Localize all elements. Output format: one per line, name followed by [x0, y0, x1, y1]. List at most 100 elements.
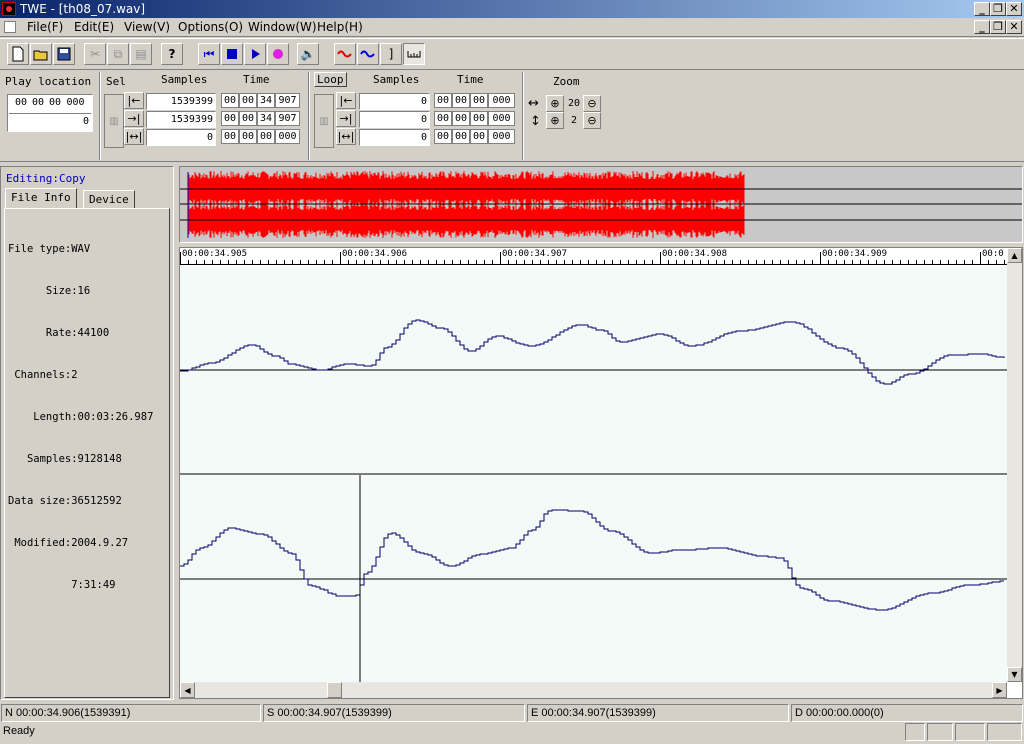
app-icon[interactable] — [2, 2, 16, 16]
speaker-icon[interactable]: 🔈 — [297, 43, 319, 65]
doc-restore-button[interactable]: ❐ — [990, 20, 1006, 34]
zoom-out-v-icon[interactable]: ⊖ — [583, 112, 601, 129]
scroll-thumb[interactable] — [327, 682, 342, 698]
control-panel: Play location 00 00 00 000 0 Sel Samples Ti… — [0, 70, 1024, 162]
paste-icon[interactable]: ▤ — [130, 43, 152, 65]
separator — [99, 72, 101, 160]
separator — [522, 72, 524, 160]
status-duration: D 00:00:00.000(0) — [791, 704, 1023, 722]
info-line: Data size:36512592 — [8, 495, 122, 507]
sel-samples-header: Samples — [161, 73, 208, 86]
new-file-icon[interactable] — [7, 43, 29, 65]
horizontal-arrow-icon: ↔ — [528, 96, 539, 111]
info-line: Rate:44100 — [8, 327, 110, 339]
waveform-view[interactable]: 00:00:34.905 00:00:34.906 00:00:34.907 0… — [179, 247, 1023, 699]
menu-file[interactable]: File(F) — [27, 20, 63, 34]
stop-icon[interactable] — [221, 43, 243, 65]
record-icon[interactable] — [267, 43, 289, 65]
zoom-in-v-icon[interactable]: ⊕ — [546, 112, 564, 129]
open-folder-icon[interactable] — [30, 43, 52, 65]
tab-device[interactable]: Device — [83, 190, 135, 209]
status-indicator — [905, 723, 925, 741]
info-line: Size:16 — [8, 285, 91, 297]
scroll-left-icon[interactable]: ◀ — [180, 682, 195, 698]
sel-time-grid: 00 00 34 907 00 00 34 907 00 00 00 000 — [221, 93, 303, 147]
close-button[interactable]: ✕ — [1006, 2, 1022, 16]
rewind-icon[interactable]: ⏮ — [198, 43, 220, 65]
info-line: Channels:2 — [8, 369, 78, 381]
overview-waveform[interactable] — [180, 167, 1022, 242]
sel-lock-icon[interactable]: ▥ — [104, 94, 124, 148]
ruler-label: 00:00:34.907 — [502, 249, 568, 259]
copy-icon[interactable]: ⧉ — [107, 43, 129, 65]
ready-text: Ready — [3, 725, 35, 737]
info-line: File type:WAV — [8, 243, 91, 255]
waveform-canvas[interactable] — [180, 266, 1007, 682]
status-end: E 00:00:34.907(1539399) — [527, 704, 789, 722]
loop-length-arrow-icon[interactable]: |↔| — [336, 128, 356, 145]
play-location-samples: 0 — [9, 113, 91, 130]
sel-end-samples[interactable]: 1539399 — [146, 111, 216, 128]
waveform-red-icon[interactable] — [334, 43, 356, 65]
file-info-panel: File type:WAV Size:16 Rate:44100 Channel… — [4, 208, 170, 698]
loop-lock-icon[interactable]: ▥ — [314, 94, 334, 148]
help-icon[interactable]: ? — [161, 43, 183, 65]
doc-close-button[interactable]: ✕ — [1006, 20, 1022, 34]
time-ruler[interactable]: 00:00:34.905 00:00:34.906 00:00:34.907 0… — [180, 248, 1007, 265]
scroll-down-icon[interactable]: ▼ — [1007, 667, 1022, 682]
loop-length-samples[interactable]: 0 — [359, 129, 430, 146]
vertical-scrollbar[interactable]: ▲ ▼ — [1007, 248, 1022, 682]
status-indicator — [927, 723, 953, 741]
zoom-h-value: 20 — [567, 98, 581, 109]
sel-end-arrow-icon[interactable]: →| — [124, 110, 144, 127]
menu-edit[interactable]: Edit(E) — [74, 20, 114, 34]
toolbar: ✂ ⧉ ▤ ? ⏮ 🔈 ] — [0, 38, 1024, 70]
play-location-display: 00 00 00 000 0 — [7, 94, 93, 132]
menu-options[interactable]: Options(O) — [178, 20, 243, 34]
loop-end-arrow-icon[interactable]: →| — [336, 110, 356, 127]
info-line: Length:00:03:26.987 — [8, 411, 154, 423]
save-icon[interactable] — [53, 43, 75, 65]
sel-start-samples[interactable]: 1539399 — [146, 93, 216, 110]
loop-start-samples[interactable]: 0 — [359, 93, 430, 110]
menu-view[interactable]: View(V) — [124, 20, 170, 34]
restore-button[interactable]: ❐ — [990, 2, 1006, 16]
loop-time-header: Time — [457, 73, 484, 86]
loop-start-arrow-icon[interactable]: |← — [336, 92, 356, 109]
info-line: 7:31:49 — [8, 579, 116, 591]
waveform-blue-icon[interactable] — [357, 43, 379, 65]
tab-file-info[interactable]: File Info — [5, 188, 77, 209]
left-panel: Editing:Copy File Info Device File type:… — [0, 166, 174, 700]
info-line: Samples:9128148 — [8, 453, 122, 465]
menu-help[interactable]: Help(H) — [317, 20, 363, 34]
overview-panel[interactable] — [179, 166, 1023, 243]
loop-end-samples[interactable]: 0 — [359, 111, 430, 128]
status-start: S 00:00:34.907(1539399) — [263, 704, 525, 722]
bracket-icon[interactable]: ] — [380, 43, 402, 65]
doc-minimize-button[interactable]: _ — [974, 20, 990, 34]
sel-start-arrow-icon[interactable]: |← — [124, 92, 144, 109]
ruler-icon[interactable] — [403, 43, 425, 65]
status-now: N 00:00:34.906(1539391) — [1, 704, 261, 722]
loop-button[interactable]: Loop — [314, 72, 347, 87]
scroll-up-icon[interactable]: ▲ — [1007, 248, 1022, 263]
info-line: Modified:2004.9.27 — [8, 537, 129, 549]
loop-samples-header: Samples — [373, 73, 420, 86]
zoom-out-h-icon[interactable]: ⊖ — [583, 95, 601, 112]
separator — [308, 72, 310, 160]
cut-icon[interactable]: ✂ — [84, 43, 106, 65]
vertical-arrow-icon: ↕ — [530, 114, 541, 129]
document-icon[interactable] — [4, 21, 16, 33]
play-icon[interactable] — [244, 43, 266, 65]
minimize-button[interactable]: _ — [974, 2, 990, 16]
ready-bar: Ready — [0, 722, 1024, 744]
sel-length-samples[interactable]: 0 — [146, 129, 216, 146]
sel-length-arrow-icon[interactable]: |↔| — [124, 128, 144, 145]
title-bar: TWE - [th08_07.wav] _ ❐ ✕ — [0, 0, 1024, 18]
status-indicator — [987, 723, 1022, 741]
zoom-in-h-icon[interactable]: ⊕ — [546, 95, 564, 112]
menu-window[interactable]: Window(W) — [248, 20, 317, 34]
horizontal-scrollbar[interactable]: ◀ ▶ — [180, 682, 1007, 698]
scroll-right-icon[interactable]: ▶ — [992, 682, 1007, 698]
menu-bar: File(F) Edit(E) View(V) Options(O) Windo… — [0, 18, 1024, 37]
